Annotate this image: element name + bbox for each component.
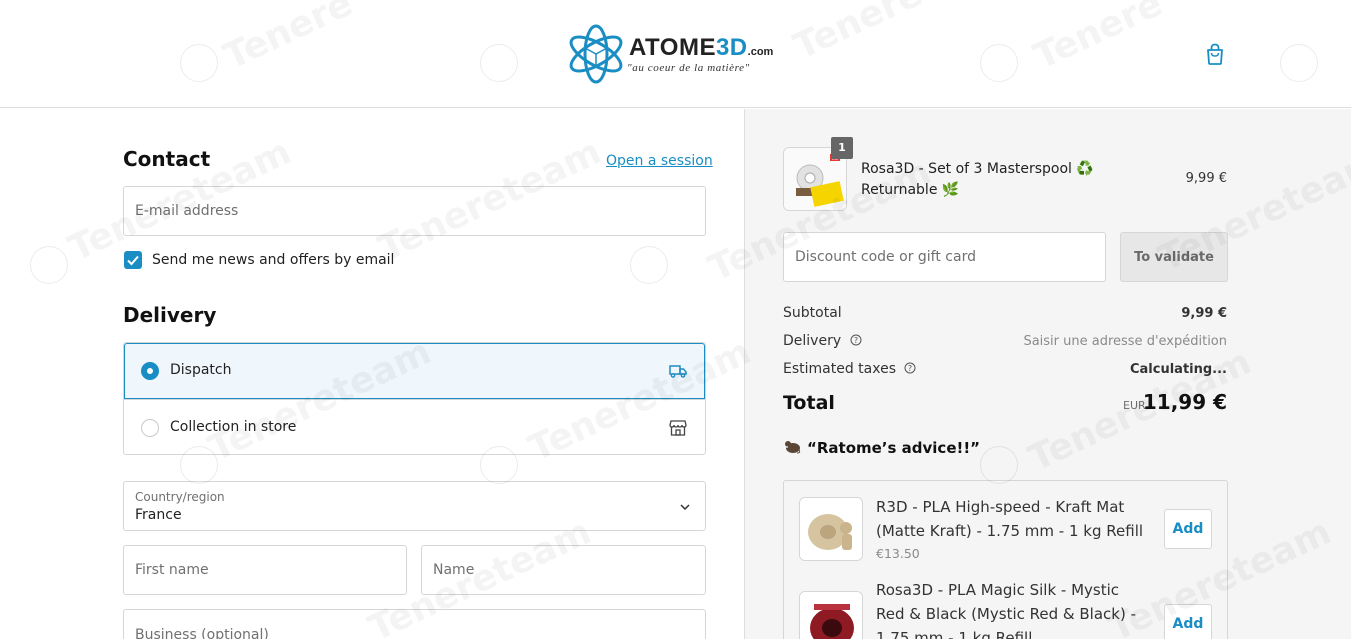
taxes-row: Estimated taxes ? <box>783 361 916 377</box>
newsletter-label: Send me news and offers by email <box>152 252 395 268</box>
recommendation-name: Rosa3D - PLA Magic Silk - Mystic Red & B… <box>876 581 1136 639</box>
recommendation-price: €13.50 <box>876 546 920 561</box>
total-label: Total <box>783 392 835 414</box>
recommendations-box: R3D - PLA High-speed - Kraft Mat (Matte … <box>783 480 1228 639</box>
store-radio[interactable] <box>141 419 159 437</box>
email-field[interactable] <box>123 186 706 236</box>
taxes-value: Calculating... <box>1129 362 1227 377</box>
delivery-summary-label: Delivery <box>783 333 842 349</box>
atome3d-logo[interactable]: ATOME3D.com "au coeur de la matière" <box>565 22 795 86</box>
last-name-field[interactable] <box>421 545 706 595</box>
taxes-label: Estimated taxes <box>783 361 897 377</box>
product-price: 9,99 € <box>1185 171 1227 186</box>
chevron-down-icon <box>680 504 690 511</box>
mouse-icon <box>785 441 801 454</box>
delivery-summary-value: Saisir une adresse d'expédition <box>1023 334 1227 349</box>
business-field[interactable] <box>123 609 706 639</box>
recommendation-thumbnail <box>799 497 863 561</box>
country-select[interactable]: Country/region France <box>123 481 706 531</box>
dispatch-label: Dispatch <box>170 362 232 378</box>
recommendation-name: R3D - PLA High-speed - Kraft Mat (Matte … <box>876 498 1144 540</box>
help-icon[interactable]: ? <box>850 334 862 346</box>
business-input[interactable] <box>124 610 705 639</box>
recommendation-thumbnail <box>799 591 863 639</box>
contact-title: Contact <box>123 147 211 171</box>
last-name-input[interactable] <box>422 546 705 594</box>
validate-discount-button[interactable]: To validate <box>1120 232 1228 282</box>
delivery-row: Delivery ? <box>783 333 862 349</box>
total-value: 11,99 € <box>1142 390 1227 414</box>
store-label: Collection in store <box>170 419 297 435</box>
first-name-field[interactable] <box>123 545 407 595</box>
shopping-bag-icon[interactable] <box>1204 42 1226 66</box>
truck-icon <box>668 361 688 381</box>
kraft-spool-image <box>800 498 862 560</box>
logo-wordmark: ATOME3D.com <box>629 34 774 61</box>
discount-field[interactable] <box>783 232 1106 282</box>
add-recommendation-button[interactable]: Add <box>1164 509 1212 549</box>
svg-text:?: ? <box>853 336 857 345</box>
subtotal-value: 9,99 € <box>1181 306 1227 321</box>
quantity-badge: 1 <box>831 137 853 159</box>
shipping-method-group: Dispatch Collection in store <box>123 342 706 455</box>
add-recommendation-button[interactable]: Add <box>1164 604 1212 639</box>
svg-text:?: ? <box>908 364 912 373</box>
country-label: Country/region <box>135 490 225 504</box>
red-silk-spool-image <box>800 592 862 639</box>
site-header: ATOME3D.com "au coeur de la matière" <box>0 0 1351 108</box>
order-summary: x3 1 Rosa3D - Set of 3 Masterspool ♻️ Re… <box>744 109 1351 639</box>
store-icon <box>668 418 688 438</box>
checkout-form: Contact Open a session Send me news and … <box>0 109 744 639</box>
atom-logo-icon <box>569 24 623 84</box>
email-input[interactable] <box>124 187 705 235</box>
dispatch-radio[interactable] <box>141 362 159 380</box>
open-session-link[interactable]: Open a session <box>606 153 713 169</box>
country-value: France <box>135 507 182 523</box>
newsletter-checkbox[interactable] <box>124 251 142 269</box>
discount-input[interactable] <box>784 233 1105 281</box>
delivery-title: Delivery <box>123 303 217 327</box>
help-icon[interactable]: ? <box>904 362 916 374</box>
logo-tagline: "au coeur de la matière" <box>627 62 750 74</box>
subtotal-label: Subtotal <box>783 305 842 321</box>
advice-title: “Ratome’s advice!!” <box>783 439 980 457</box>
product-name: Rosa3D - Set of 3 Masterspool ♻️ Returna… <box>861 161 1094 198</box>
checkmark-icon <box>127 255 139 266</box>
first-name-input[interactable] <box>124 546 406 594</box>
shipping-option-dispatch[interactable]: Dispatch <box>124 343 705 399</box>
shipping-option-store[interactable]: Collection in store <box>124 399 705 455</box>
